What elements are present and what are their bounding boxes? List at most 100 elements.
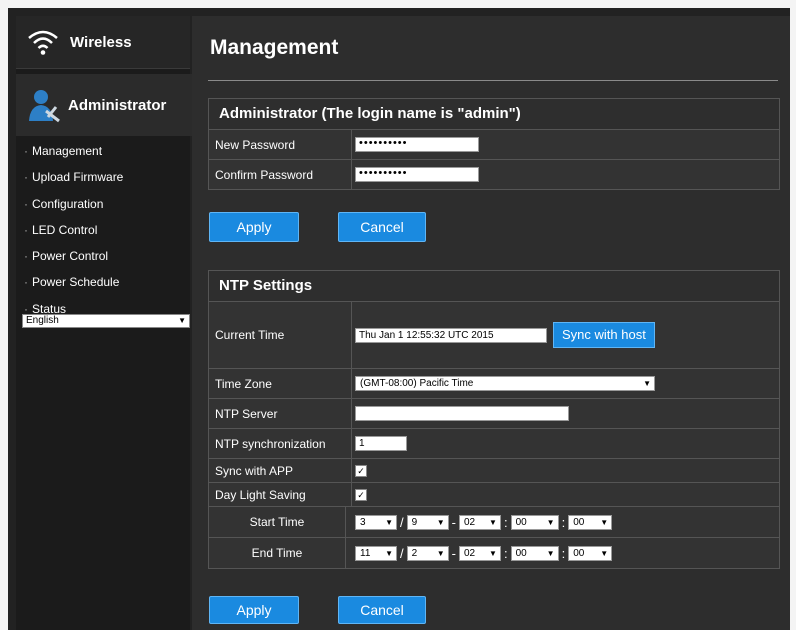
current-time-row: Current Time Thu Jan 1 12:55:32 UTC 2015…	[209, 302, 779, 369]
dropdown-arrow-icon: ▼	[436, 548, 445, 558]
end-day-select[interactable]: 02 ▼	[458, 545, 501, 561]
current-time-value: Thu Jan 1 12:55:32 UTC 2015	[355, 327, 547, 343]
dropdown-arrow-icon: ▼	[385, 517, 393, 527]
confirm-password-row: Confirm Password ••••••••••	[209, 160, 779, 189]
start-day-value: 02	[463, 516, 476, 528]
ntp-section-header: NTP Settings	[209, 271, 779, 302]
time-zone-label: Time Zone	[209, 369, 352, 398]
administrator-section-header: Administrator (The login name is "admin"…	[209, 99, 779, 130]
confirm-password-label: Confirm Password	[209, 160, 352, 189]
admin-cancel-button[interactable]: Cancel	[338, 212, 426, 242]
sidebar-item-label: Upload Firmware	[32, 170, 124, 185]
dropdown-arrow-icon: ▼	[436, 517, 445, 527]
time-zone-select[interactable]: (GMT-08:00) Pacific Time ▼	[355, 376, 655, 391]
ntp-sync-label: NTP synchronization	[209, 429, 352, 458]
start-hour-value: 00	[515, 516, 527, 528]
start-month-value: 3	[360, 516, 366, 528]
start-month-select[interactable]: 3 ▼	[355, 514, 397, 530]
date-separator: /	[400, 514, 404, 530]
end-month-select[interactable]: 11 ▼	[355, 545, 397, 561]
date-separator: -	[451, 514, 456, 530]
sidebar: Wireless Administrator · Management · Uplo…	[16, 16, 194, 630]
start-time-label: Start Time	[209, 507, 346, 537]
page-title: Management	[210, 36, 339, 59]
nav-wireless-label: Wireless	[70, 33, 132, 51]
sync-app-checkbox[interactable]: ✓	[355, 464, 367, 477]
end-day-value: 02	[463, 547, 476, 559]
ntp-sync-input[interactable]: 1	[355, 436, 407, 451]
sidebar-item-label: Power Control	[32, 249, 109, 264]
sidebar-item-label: LED Control	[32, 222, 98, 237]
ntp-server-input[interactable]	[355, 406, 569, 421]
sidebar-item-label: Power Schedule	[32, 275, 120, 290]
end-week-value: 2	[411, 547, 418, 559]
dropdown-arrow-icon: ▼	[546, 548, 555, 558]
wifi-icon	[28, 30, 58, 55]
nav-wireless[interactable]: Wireless	[16, 16, 190, 69]
time-separator: :	[561, 545, 566, 561]
start-minute-value: 00	[573, 516, 585, 528]
time-zone-row: Time Zone (GMT-08:00) Pacific Time ▼	[209, 369, 779, 399]
administrator-icon	[29, 90, 60, 123]
time-separator: :	[503, 545, 508, 561]
ntp-cancel-button[interactable]: Cancel	[338, 596, 426, 624]
ntp-sync-row: NTP synchronization 1	[209, 429, 779, 459]
ntp-server-label: NTP Server	[209, 399, 352, 428]
day-light-saving-label: Day Light Saving	[209, 483, 352, 506]
start-time-row: Start Time 3 ▼ / 9 ▼ - 02 ▼ : 00 ▼ : 00 ▼	[209, 507, 779, 538]
ntp-apply-button[interactable]: Apply	[209, 596, 299, 624]
nav-administrator[interactable]: Administrator	[16, 74, 194, 136]
sync-app-row: Sync with APP ✓	[209, 459, 779, 483]
dropdown-arrow-icon: ▼	[643, 379, 651, 388]
end-hour-value: 00	[515, 547, 527, 559]
sidebar-item-configuration[interactable]: · Configuration	[16, 191, 190, 217]
dropdown-arrow-icon: ▼	[600, 517, 609, 527]
new-password-label: New Password	[209, 130, 352, 159]
end-hour-select[interactable]: 00 ▼	[510, 545, 559, 561]
sync-app-label: Sync with APP	[209, 459, 352, 482]
end-month-value: 11	[360, 547, 371, 559]
sidebar-item-upload-firmware[interactable]: · Upload Firmware	[16, 164, 190, 190]
confirm-password-input[interactable]: ••••••••••	[355, 167, 479, 182]
sync-with-host-button[interactable]: Sync with host	[553, 322, 655, 348]
new-password-input[interactable]: ••••••••••	[355, 137, 479, 152]
ntp-section: NTP Settings Current Time Thu Jan 1 12:5…	[208, 270, 780, 569]
dropdown-arrow-icon: ▼	[178, 316, 186, 325]
day-light-saving-checkbox[interactable]: ✓	[355, 488, 367, 501]
end-time-label: End Time	[209, 538, 346, 568]
start-minute-select[interactable]: 00 ▼	[568, 514, 613, 530]
start-week-select[interactable]: 9 ▼	[406, 514, 449, 530]
admin-apply-button[interactable]: Apply	[209, 212, 299, 242]
date-separator: -	[451, 545, 456, 561]
sidebar-item-label: Management	[32, 144, 103, 158]
end-minute-select[interactable]: 00 ▼	[568, 545, 613, 561]
time-separator: :	[561, 514, 566, 530]
time-separator: :	[503, 514, 508, 530]
end-minute-value: 00	[573, 547, 585, 559]
sidebar-item-label: Configuration	[32, 196, 104, 211]
start-week-value: 9	[411, 516, 418, 528]
dropdown-arrow-icon: ▼	[489, 517, 497, 527]
sidebar-item-power-schedule[interactable]: · Power Schedule	[16, 269, 190, 295]
start-hour-select[interactable]: 00 ▼	[510, 514, 559, 530]
current-time-label: Current Time	[209, 302, 352, 368]
end-time-row: End Time 11 ▼ / 2 ▼ - 02 ▼ : 00 ▼ : 00 ▼	[209, 538, 779, 568]
day-light-saving-row: Day Light Saving ✓	[209, 483, 779, 507]
dropdown-arrow-icon: ▼	[546, 517, 555, 527]
start-day-select[interactable]: 02 ▼	[458, 514, 501, 530]
title-divider	[208, 80, 778, 81]
language-value: English	[26, 315, 59, 326]
sidebar-item-management[interactable]: · Management	[16, 138, 190, 164]
dropdown-arrow-icon: ▼	[385, 548, 393, 558]
sidebar-item-led-control[interactable]: · LED Control	[16, 217, 190, 243]
nav-administrator-label: Administrator	[68, 96, 167, 114]
ntp-server-row: NTP Server	[209, 399, 779, 429]
admin-submenu: · Management · Upload Firmware · Configurat…	[16, 138, 190, 322]
administrator-section: Administrator (The login name is "admin"…	[208, 98, 780, 190]
language-select[interactable]: English ▼	[22, 314, 190, 328]
date-separator: /	[400, 545, 404, 561]
sidebar-item-power-control[interactable]: · Power Control	[16, 243, 190, 269]
new-password-row: New Password ••••••••••	[209, 130, 779, 160]
dropdown-arrow-icon: ▼	[489, 548, 497, 558]
end-week-select[interactable]: 2 ▼	[406, 545, 449, 561]
